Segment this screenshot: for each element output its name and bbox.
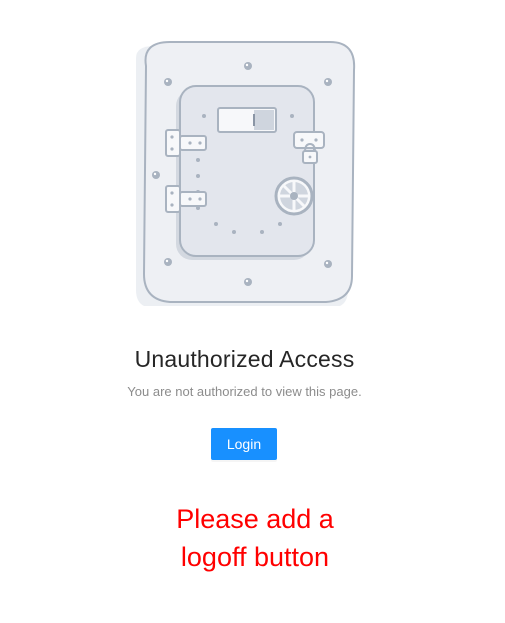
page: Unauthorized Access You are not authoriz… — [0, 0, 505, 623]
page-subtitle: You are not authorized to view this page… — [127, 384, 362, 399]
vault-door-illustration — [136, 41, 356, 306]
annotation-line-1: Please add a — [176, 504, 334, 534]
wheel-handle-icon — [274, 176, 314, 216]
annotation-note: Please add a logoff button — [150, 500, 360, 576]
page-title: Unauthorized Access — [134, 346, 355, 372]
annotation-line-2: logoff button — [180, 542, 330, 572]
login-button[interactable]: Login — [211, 428, 277, 460]
